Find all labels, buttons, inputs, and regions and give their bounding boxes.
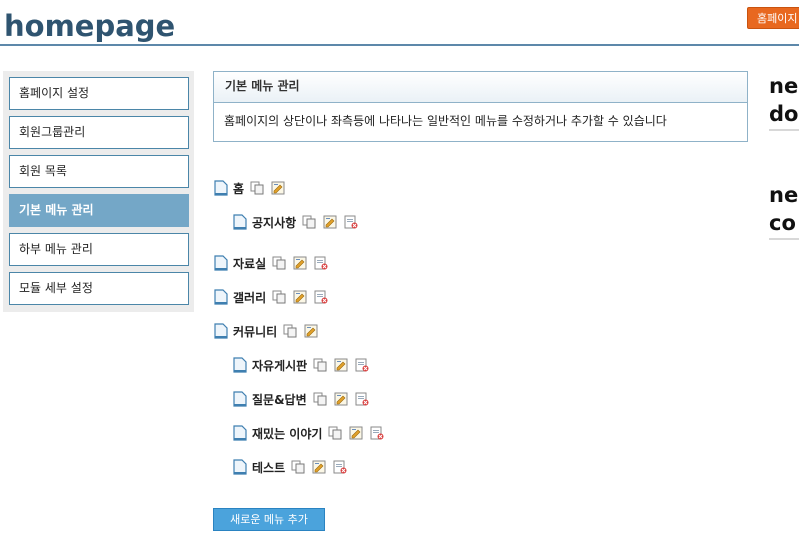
menu-tree-label[interactable]: 자유게시판 [252, 357, 307, 374]
copy-icon[interactable] [283, 324, 297, 338]
copy-icon[interactable] [328, 426, 342, 440]
edit-icon[interactable] [349, 426, 363, 440]
menu-tree-row: 자유게시판 [233, 355, 376, 375]
info-box: 기본 메뉴 관리 홈페이지의 상단이나 좌측등에 나타나는 일반적인 메뉴를 수… [213, 71, 748, 142]
document-icon [233, 425, 247, 441]
menu-tree-label[interactable]: 테스트 [252, 459, 285, 476]
edit-icon[interactable] [334, 392, 348, 406]
copy-icon[interactable] [272, 256, 286, 270]
menu-tree-label[interactable]: 자료실 [233, 255, 266, 272]
copy-icon[interactable] [313, 358, 327, 372]
document-icon [233, 459, 247, 475]
document-icon [214, 255, 228, 271]
copy-icon[interactable] [250, 181, 264, 195]
side-heading-1-line-2: do [769, 102, 799, 126]
copy-icon[interactable] [302, 215, 316, 229]
edit-icon[interactable] [312, 460, 326, 474]
info-box-title: 기본 메뉴 관리 [214, 72, 747, 103]
edit-icon[interactable] [271, 181, 285, 195]
document-icon [233, 357, 247, 373]
side-heading-2-rule [769, 238, 799, 240]
document-icon [233, 391, 247, 407]
add-menu-button[interactable]: 새로운 메뉴 추가 [213, 508, 325, 531]
side-heading-1-rule [769, 129, 799, 131]
menu-tree-row: 공지사항 [233, 212, 365, 232]
menu-tree-row: 커뮤니티 [214, 321, 325, 341]
delete-icon[interactable] [333, 460, 347, 474]
sidebar-item-basic-menu[interactable]: 기본 메뉴 관리 [9, 194, 189, 227]
homepage-button[interactable]: 홈페이지 [747, 7, 799, 29]
copy-icon[interactable] [313, 392, 327, 406]
menu-tree-label[interactable]: 커뮤니티 [233, 323, 277, 340]
menu-tree-label[interactable]: 공지사항 [252, 214, 296, 231]
edit-icon[interactable] [304, 324, 318, 338]
sidebar: 홈페이지 설정 회원그룹관리 회원 목록 기본 메뉴 관리 하부 메뉴 관리 모… [3, 71, 194, 312]
menu-tree-label[interactable]: 홈 [233, 180, 244, 197]
copy-icon[interactable] [291, 460, 305, 474]
delete-icon[interactable] [314, 290, 328, 304]
delete-icon[interactable] [344, 215, 358, 229]
document-icon [214, 323, 228, 339]
menu-tree-label[interactable]: 질문&답변 [252, 391, 307, 408]
menu-tree-row: 재밌는 이야기 [233, 423, 391, 443]
sidebar-item-module-settings[interactable]: 모듈 세부 설정 [9, 272, 189, 305]
sidebar-item-sub-menu[interactable]: 하부 메뉴 관리 [9, 233, 189, 266]
side-heading-1-line-1: new [769, 74, 799, 98]
menu-tree-label[interactable]: 재밌는 이야기 [252, 425, 322, 442]
edit-icon[interactable] [334, 358, 348, 372]
menu-tree-row: 테스트 [233, 457, 354, 477]
menu-tree-row: 홈 [214, 178, 292, 198]
edit-icon[interactable] [323, 215, 337, 229]
page-title: homepage [4, 9, 176, 43]
edit-icon[interactable] [293, 290, 307, 304]
menu-tree-row: 질문&답변 [233, 389, 376, 409]
document-icon [214, 180, 228, 196]
menu-tree-row: 자료실 [214, 253, 335, 273]
document-icon [214, 289, 228, 305]
menu-tree-label[interactable]: 갤러리 [233, 289, 266, 306]
delete-icon[interactable] [314, 256, 328, 270]
side-heading-2-line-2: co [769, 211, 796, 235]
document-icon [233, 214, 247, 230]
delete-icon[interactable] [355, 392, 369, 406]
delete-icon[interactable] [355, 358, 369, 372]
sidebar-item-member-list[interactable]: 회원 목록 [9, 155, 189, 188]
info-box-description: 홈페이지의 상단이나 좌측등에 나타나는 일반적인 메뉴를 수정하거나 추가할 … [224, 114, 667, 128]
delete-icon[interactable] [370, 426, 384, 440]
title-divider [0, 44, 799, 46]
sidebar-item-member-groups[interactable]: 회원그룹관리 [9, 116, 189, 149]
copy-icon[interactable] [272, 290, 286, 304]
sidebar-item-homepage-settings[interactable]: 홈페이지 설정 [9, 77, 189, 110]
edit-icon[interactable] [293, 256, 307, 270]
side-heading-2-line-1: new [769, 183, 799, 207]
menu-tree-row: 갤러리 [214, 287, 335, 307]
